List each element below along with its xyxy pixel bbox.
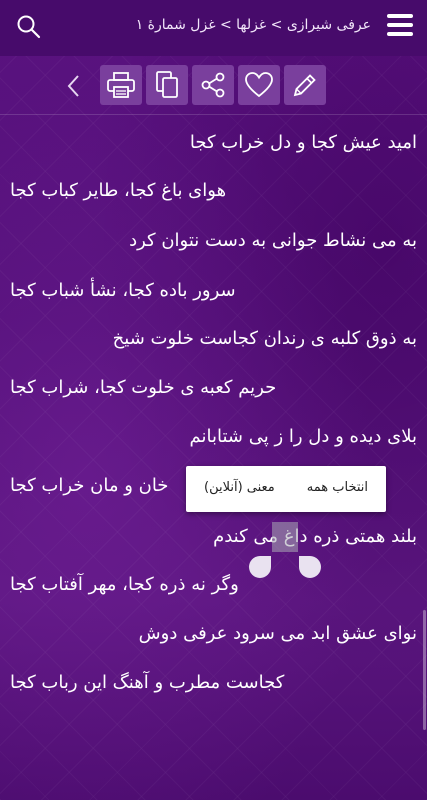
print-button[interactable]: [100, 65, 142, 105]
copy-button[interactable]: [146, 65, 188, 105]
verse[interactable]: حریم کعبه ی خلوت کجا، شراب کجا: [10, 375, 276, 401]
breadcrumb-title: عرفی شیرازی > غزلها > غزل شمارهٔ ۱: [135, 17, 371, 33]
toolbar-divider: [0, 114, 427, 115]
select-all-menu-item[interactable]: انتخاب همه: [307, 480, 368, 495]
scrollbar[interactable]: [423, 610, 426, 730]
chevron-left-icon[interactable]: [66, 73, 82, 103]
pencil-icon: [293, 74, 316, 97]
app-header: عرفی شیرازی > غزلها > غزل شمارهٔ ۱: [0, 0, 427, 56]
hamburger-menu-icon[interactable]: [387, 14, 413, 38]
print-icon: [107, 72, 135, 98]
verse[interactable]: بلای دیده و دل را ز پی شتابانم: [190, 424, 417, 450]
copy-icon: [156, 71, 178, 98]
verse[interactable]: سرور باده کجا، نشأ شباب کجا: [10, 278, 236, 304]
verse[interactable]: کجاست مطرب و آهنگ این رباب کجا: [10, 670, 284, 696]
selection-handle-right[interactable]: [299, 556, 321, 578]
edit-button[interactable]: [284, 65, 326, 105]
verse[interactable]: به می نشاط جوانی به دست نتوان کرد: [129, 228, 417, 254]
favorite-button[interactable]: [238, 65, 280, 105]
meaning-online-menu-item[interactable]: معنی (آنلاین): [204, 480, 275, 495]
verse[interactable]: بلند همتی ذره داغ می کندم: [213, 524, 417, 550]
toolbar: [0, 56, 427, 114]
heart-icon: [245, 72, 273, 98]
verse[interactable]: نوای عشق ابد می سرود عرفی دوش: [139, 621, 417, 647]
verse[interactable]: خان و مان خراب کجا: [10, 473, 168, 499]
text-selection-highlight: [272, 522, 298, 552]
share-icon: [201, 72, 225, 98]
verse[interactable]: وگر نه ذره کجا، مهر آفتاب کجا: [10, 572, 239, 598]
verse[interactable]: به ذوق کلبه ی رندان کجاست خلوت شیخ: [113, 326, 417, 352]
verse[interactable]: امید عیش کجا و دل خراب کجا: [190, 130, 417, 156]
share-button[interactable]: [192, 65, 234, 105]
text-selection-context-menu: انتخاب همه معنی (آنلاین): [186, 466, 386, 512]
selection-handle-left[interactable]: [249, 556, 271, 578]
search-icon[interactable]: [16, 14, 42, 44]
verse[interactable]: هوای باغ کجا، طایر کباب کجا: [10, 178, 226, 204]
